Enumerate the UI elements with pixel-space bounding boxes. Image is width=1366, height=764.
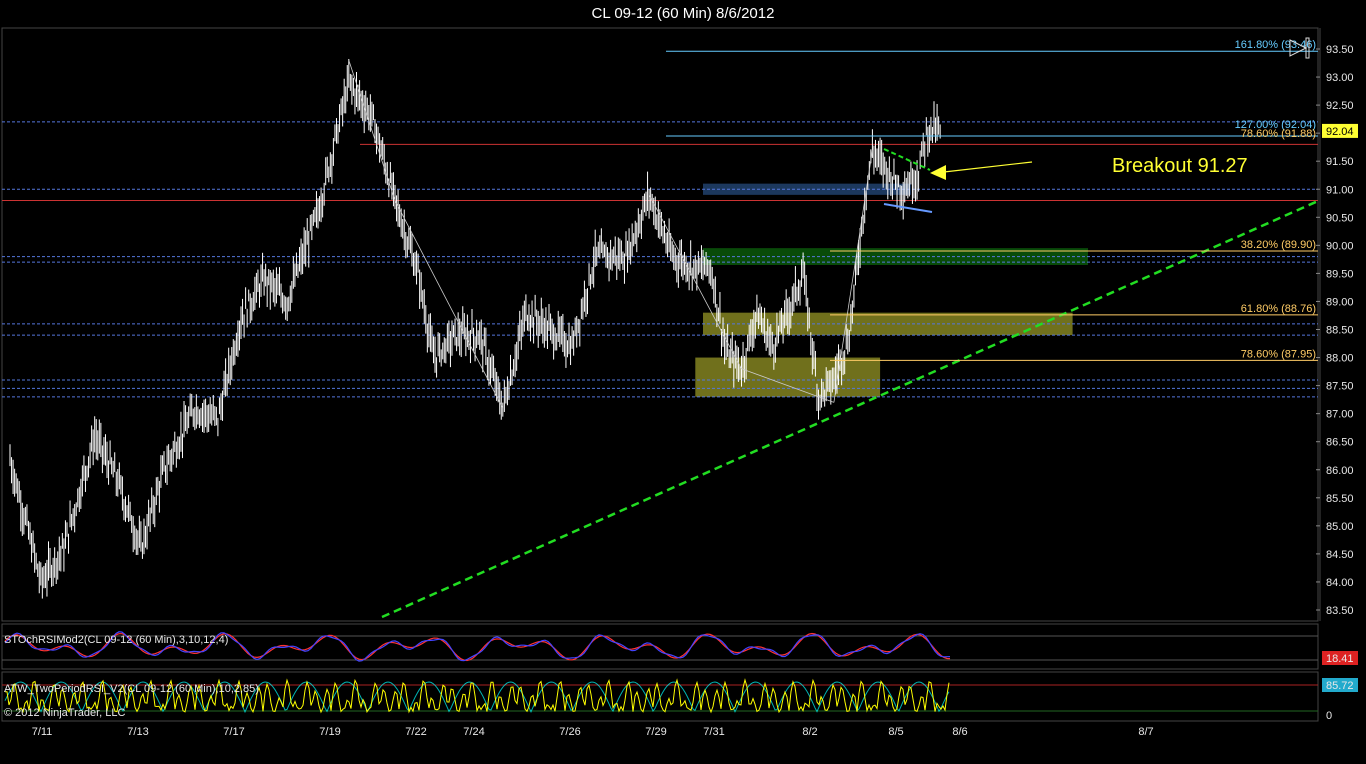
price-tick-label: 90.00 bbox=[1326, 240, 1354, 252]
annotation-arrow-line bbox=[943, 161, 1033, 173]
price-tick-label: 90.50 bbox=[1326, 212, 1354, 224]
last-price-label: 92.04 bbox=[1326, 126, 1354, 138]
price-tick-label: 84.50 bbox=[1326, 549, 1354, 561]
flag-lower-line bbox=[883, 203, 933, 213]
date-label: 7/26 bbox=[559, 726, 580, 738]
price-tick-label: 86.00 bbox=[1326, 465, 1354, 477]
date-label: 8/7 bbox=[1138, 726, 1153, 738]
fib-label: 78.60% (87.95) bbox=[1241, 348, 1316, 360]
fib-label: 38.20% (89.90) bbox=[1241, 239, 1316, 251]
price-tick-label: 84.00 bbox=[1326, 577, 1354, 589]
date-label: 8/2 bbox=[802, 726, 817, 738]
price-tick-label: 85.50 bbox=[1326, 493, 1354, 505]
indicator2-label: ATW_TwoPeriodRSI_V2(CL 09-12 (60 Min),10… bbox=[4, 683, 259, 695]
date-label: 8/6 bbox=[952, 726, 967, 738]
indicator2-axis-zero: 0 bbox=[1326, 710, 1332, 722]
price-tick-label: 93.00 bbox=[1326, 72, 1354, 84]
date-label: 7/22 bbox=[405, 726, 426, 738]
date-label: 7/24 bbox=[463, 726, 484, 738]
indicator1-label: STOchRSIMod2(CL 09-12 (60 Min),3,10,12,4… bbox=[4, 634, 228, 646]
date-label: 8/5 bbox=[888, 726, 903, 738]
price-panel-frame bbox=[1, 27, 1319, 622]
price-tick-label: 88.50 bbox=[1326, 325, 1354, 337]
indicator2-value: 85.72 bbox=[1326, 680, 1354, 692]
breakout-annotation: Breakout 91.27 bbox=[1112, 155, 1248, 177]
price-tick-label: 88.00 bbox=[1326, 353, 1354, 365]
price-tick-label: 87.50 bbox=[1326, 381, 1354, 393]
swing-line bbox=[394, 200, 504, 409]
date-label: 7/19 bbox=[319, 726, 340, 738]
annotation-arrow-head bbox=[930, 165, 946, 180]
fib-label: 78.60% (91.88) bbox=[1241, 128, 1316, 140]
indicator1-panel-frame bbox=[1, 623, 1319, 670]
date-label: 7/11 bbox=[32, 726, 53, 738]
date-label: 7/31 bbox=[703, 726, 724, 738]
price-tick-label: 91.50 bbox=[1326, 156, 1354, 168]
price-tick-label: 85.00 bbox=[1326, 521, 1354, 533]
date-label: 7/13 bbox=[127, 726, 148, 738]
price-tick-label: 87.00 bbox=[1326, 409, 1354, 421]
date-label: 7/17 bbox=[223, 726, 244, 738]
swing-line bbox=[648, 194, 742, 369]
price-tick-label: 89.00 bbox=[1326, 296, 1354, 308]
price-tick-label: 86.50 bbox=[1326, 437, 1354, 449]
price-tick-label: 91.00 bbox=[1326, 184, 1354, 196]
price-chart[interactable]: 161.80% (93.46)127.00% (92.04)78.60% (91… bbox=[0, 0, 1366, 764]
swing-line bbox=[348, 60, 396, 201]
copyright-text: © 2012 NinjaTrader, LLC bbox=[4, 707, 125, 719]
price-tick-label: 92.50 bbox=[1326, 100, 1354, 112]
price-tick-label: 89.50 bbox=[1326, 268, 1354, 280]
date-label: 7/29 bbox=[645, 726, 666, 738]
indicator1-value: 18.41 bbox=[1326, 653, 1354, 665]
price-tick-label: 93.50 bbox=[1326, 44, 1354, 56]
fib-label: 61.80% (88.76) bbox=[1241, 303, 1316, 315]
price-tick-label: 83.50 bbox=[1326, 605, 1354, 617]
yellow-zone-2 bbox=[695, 357, 881, 397]
